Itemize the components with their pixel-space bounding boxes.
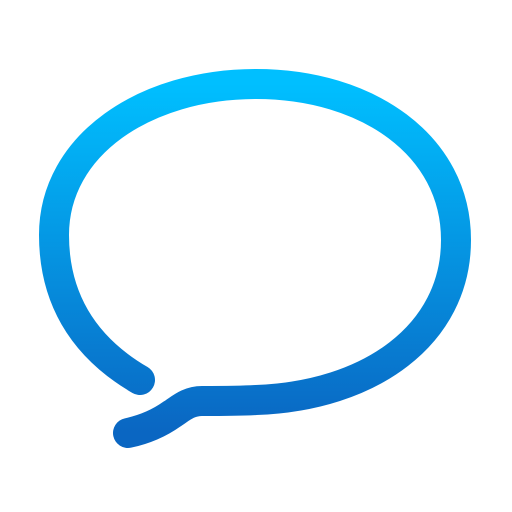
- chat-bubble-icon: [39, 69, 471, 448]
- app-icon: [0, 0, 512, 512]
